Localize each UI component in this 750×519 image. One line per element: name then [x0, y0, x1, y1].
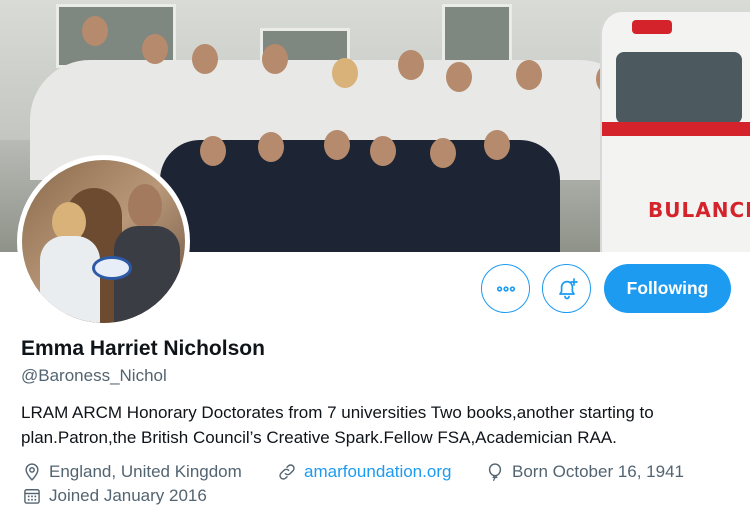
- following-button[interactable]: Following: [604, 264, 731, 313]
- banner-person: [258, 132, 284, 162]
- ambulance-stripe: [602, 122, 750, 136]
- banner-person: [446, 62, 472, 92]
- banner-person: [516, 60, 542, 90]
- banner-person: [430, 138, 456, 168]
- birthday-text: Born October 16, 1941: [512, 462, 685, 481]
- joined-text: Joined January 2016: [49, 486, 207, 505]
- banner-person: [324, 130, 350, 160]
- banner-person: [332, 58, 358, 88]
- website-link[interactable]: amarfoundation.org: [304, 462, 451, 482]
- ambulance-window: [616, 52, 742, 124]
- calendar-icon: [24, 489, 40, 504]
- profile-bio: LRAM ARCM Honorary Doctorates from 7 uni…: [21, 403, 654, 447]
- notifications-button[interactable]: [542, 264, 591, 313]
- profile-name: Emma Harriet Nicholson: [21, 337, 265, 360]
- more-icon: [496, 285, 515, 292]
- location-pin-icon: [25, 463, 39, 481]
- more-button[interactable]: [481, 264, 530, 313]
- banner-person: [142, 34, 168, 64]
- avatar-person-head: [128, 184, 162, 228]
- banner-person: [398, 50, 424, 80]
- link-icon: [279, 464, 295, 480]
- avatar-plate: [92, 256, 132, 280]
- banner-person: [82, 16, 108, 46]
- banner-person: [200, 136, 226, 166]
- profile-avatar[interactable]: [17, 155, 190, 328]
- profile-joined: Joined January 2016: [22, 486, 207, 506]
- ambulance-lamp: [632, 20, 672, 34]
- balloon-icon: [488, 463, 502, 481]
- banner-person: [262, 44, 288, 74]
- location-text: England, United Kingdom: [49, 462, 242, 481]
- profile-handle: @Baroness_Nichol: [21, 366, 167, 385]
- bell-plus-icon: [558, 277, 578, 299]
- profile-website[interactable]: amarfoundation.org: [277, 462, 451, 482]
- profile-location: England, United Kingdom: [22, 462, 242, 482]
- banner-person: [192, 44, 218, 74]
- banner-ambulance: BULANCE: [600, 12, 750, 252]
- avatar-person: [40, 236, 100, 323]
- banner-person: [370, 136, 396, 166]
- profile-birthday: Born October 16, 1941: [485, 462, 684, 482]
- ambulance-lettering: BULANCE: [648, 198, 750, 222]
- banner-person: [484, 130, 510, 160]
